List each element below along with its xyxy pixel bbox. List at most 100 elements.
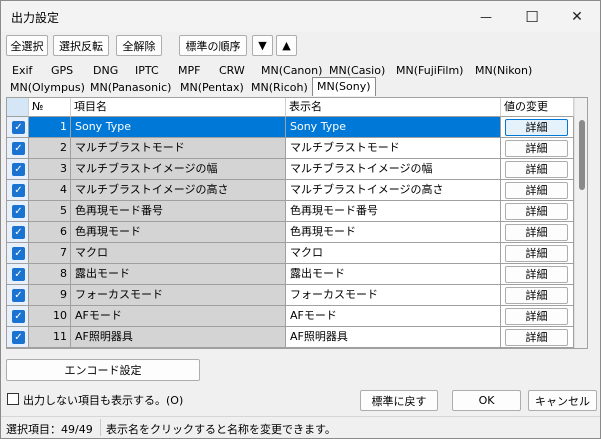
table-row[interactable]: ✓ 8 露出モード 露出モード 詳細 <box>7 264 574 285</box>
detail-button[interactable]: 詳細 <box>505 245 568 262</box>
header-item[interactable]: 項目名 <box>71 98 286 117</box>
tab-mn-sony[interactable]: MN(Sony) <box>312 77 376 96</box>
row-check-cell: ✓ <box>7 264 29 285</box>
row-checkbox[interactable]: ✓ <box>12 205 25 218</box>
row-display-name[interactable]: フォーカスモード <box>286 285 501 306</box>
row-checkbox[interactable]: ✓ <box>12 184 25 197</box>
cancel-button[interactable]: キャンセル <box>528 390 597 411</box>
tab-mn-ricoh[interactable]: MN(Ricoh) <box>247 79 312 96</box>
check-icon: ✓ <box>14 269 23 280</box>
tab-gps[interactable]: GPS <box>47 62 77 79</box>
row-check-cell: ✓ <box>7 138 29 159</box>
table-row[interactable]: ✓ 11 AF照明器具 AF照明器具 詳細 <box>7 327 574 348</box>
row-checkbox[interactable]: ✓ <box>12 163 25 176</box>
row-display-name[interactable]: 露出モード <box>286 264 501 285</box>
header-no[interactable]: № <box>29 98 71 117</box>
table-row[interactable]: ✓ 6 色再現モード 色再現モード 詳細 <box>7 222 574 243</box>
row-checkbox[interactable]: ✓ <box>12 310 25 323</box>
minimize-button[interactable]: — <box>463 1 509 32</box>
detail-button[interactable]: 詳細 <box>505 203 568 220</box>
row-display-name[interactable]: AFモード <box>286 306 501 327</box>
maximize-button[interactable]: ☐ <box>509 1 555 32</box>
row-change-cell: 詳細 <box>501 180 574 201</box>
invert-selection-button[interactable]: 選択反転 <box>53 35 109 56</box>
detail-button[interactable]: 詳細 <box>505 287 568 304</box>
tab-exif[interactable]: Exif <box>8 62 36 79</box>
row-checkbox[interactable]: ✓ <box>12 142 25 155</box>
standard-order-button[interactable]: 標準の順序 <box>179 35 247 56</box>
tab-mn-fujifilm[interactable]: MN(FujiFilm) <box>392 62 467 79</box>
select-all-button[interactable]: 全選択 <box>6 35 48 56</box>
tab-mn-panasonic[interactable]: MN(Panasonic) <box>86 79 175 96</box>
row-item-name: マルチブラストイメージの幅 <box>71 159 286 180</box>
triangle-up-icon: ▲ <box>282 39 291 52</box>
row-display-name[interactable]: マルチブラストモード <box>286 138 501 159</box>
move-down-button[interactable]: ▼ <box>252 35 273 56</box>
tab-mpf[interactable]: MPF <box>174 62 204 79</box>
row-display-name[interactable]: 色再現モード <box>286 222 501 243</box>
header-display[interactable]: 表示名 <box>286 98 501 117</box>
tab-dng[interactable]: DNG <box>89 62 122 79</box>
table-row[interactable]: ✓ 9 フォーカスモード フォーカスモード 詳細 <box>7 285 574 306</box>
status-hint: 表示名をクリックすると名称を変更できます。 <box>106 423 336 436</box>
row-checkbox[interactable]: ✓ <box>12 289 25 302</box>
table-row[interactable]: ✓ 3 マルチブラストイメージの幅 マルチブラストイメージの幅 詳細 <box>7 159 574 180</box>
row-display-name[interactable]: マルチブラストイメージの高さ <box>286 180 501 201</box>
detail-button[interactable]: 詳細 <box>505 182 568 199</box>
vertical-scrollbar[interactable] <box>574 98 587 348</box>
detail-button[interactable]: 詳細 <box>505 308 568 325</box>
tab-crw[interactable]: CRW <box>215 62 249 79</box>
detail-button[interactable]: 詳細 <box>505 140 568 157</box>
header-check[interactable] <box>7 98 29 117</box>
row-checkbox[interactable]: ✓ <box>12 247 25 260</box>
row-checkbox[interactable]: ✓ <box>12 268 25 281</box>
row-display-name[interactable]: 色再現モード番号 <box>286 201 501 222</box>
row-checkbox[interactable]: ✓ <box>12 331 25 344</box>
window-title: 出力設定 <box>11 11 60 25</box>
clear-all-button[interactable]: 全解除 <box>116 35 162 56</box>
row-item-name: 色再現モード <box>71 222 286 243</box>
row-check-cell: ✓ <box>7 159 29 180</box>
detail-button[interactable]: 詳細 <box>505 329 568 346</box>
row-checkbox[interactable]: ✓ <box>12 226 25 239</box>
check-icon: ✓ <box>14 311 23 322</box>
table-row[interactable]: ✓ 4 マルチブラストイメージの高さ マルチブラストイメージの高さ 詳細 <box>7 180 574 201</box>
show-hidden-label[interactable]: 出力しない項目も表示する。(O) <box>23 392 183 408</box>
tab-iptc[interactable]: IPTC <box>131 62 163 79</box>
row-display-name[interactable]: AF照明器具 <box>286 327 501 348</box>
reset-default-button[interactable]: 標準に戻す <box>360 390 438 411</box>
detail-button[interactable]: 詳細 <box>505 161 568 178</box>
table-row[interactable]: ✓ 1 Sony Type Sony Type 詳細 <box>7 117 574 138</box>
table-row[interactable]: ✓ 10 AFモード AFモード 詳細 <box>7 306 574 327</box>
row-item-name: AFモード <box>71 306 286 327</box>
row-number: 8 <box>29 264 71 285</box>
header-change[interactable]: 値の変更 <box>501 98 574 117</box>
scrollbar-thumb[interactable] <box>579 120 585 190</box>
row-checkbox[interactable]: ✓ <box>12 121 25 134</box>
row-number: 3 <box>29 159 71 180</box>
table-row[interactable]: ✓ 5 色再現モード番号 色再現モード番号 詳細 <box>7 201 574 222</box>
detail-button[interactable]: 詳細 <box>505 119 568 136</box>
ok-button[interactable]: OK <box>452 390 521 411</box>
move-up-button[interactable]: ▲ <box>276 35 297 56</box>
row-number: 2 <box>29 138 71 159</box>
row-check-cell: ✓ <box>7 243 29 264</box>
row-display-name[interactable]: マクロ <box>286 243 501 264</box>
check-icon: ✓ <box>14 290 23 301</box>
detail-button[interactable]: 詳細 <box>505 224 568 241</box>
show-hidden-checkbox[interactable] <box>7 393 19 405</box>
row-display-name[interactable]: マルチブラストイメージの幅 <box>286 159 501 180</box>
table-row[interactable]: ✓ 2 マルチブラストモード マルチブラストモード 詳細 <box>7 138 574 159</box>
tab-mn-nikon[interactable]: MN(Nikon) <box>471 62 536 79</box>
output-settings-dialog: 出力設定 — ☐ ✕ 全選択 選択反転 全解除 標準の順序 ▼ ▲ Exif G… <box>0 0 601 439</box>
tab-mn-pentax[interactable]: MN(Pentax) <box>176 79 248 96</box>
tab-mn-olympus[interactable]: MN(Olympus) <box>6 79 89 96</box>
check-icon: ✓ <box>14 248 23 259</box>
encode-settings-button[interactable]: エンコード設定 <box>6 359 200 381</box>
row-display-name[interactable]: Sony Type <box>286 117 501 138</box>
close-button[interactable]: ✕ <box>554 1 600 32</box>
row-check-cell: ✓ <box>7 222 29 243</box>
row-check-cell: ✓ <box>7 327 29 348</box>
detail-button[interactable]: 詳細 <box>505 266 568 283</box>
table-row[interactable]: ✓ 7 マクロ マクロ 詳細 <box>7 243 574 264</box>
